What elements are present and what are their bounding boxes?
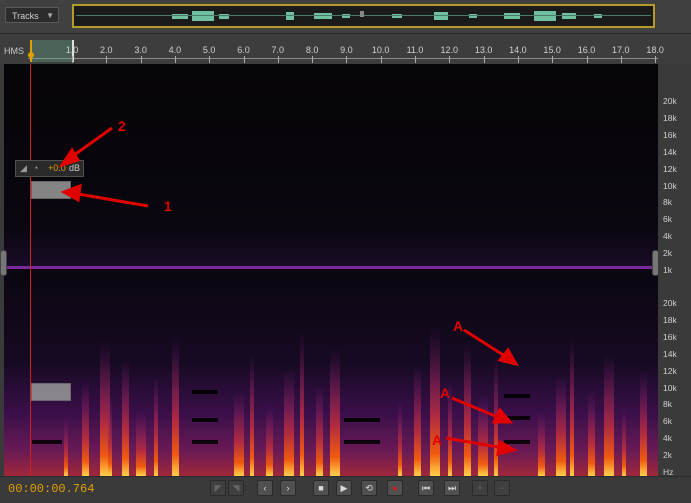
play-button[interactable]: ▶: [336, 480, 352, 496]
timecode-display: 00:00:00.764: [8, 482, 95, 496]
zoom-out-icon[interactable]: −: [494, 480, 510, 496]
nudge-left-button[interactable]: ‹: [257, 480, 273, 496]
annotation-label-a: A: [440, 385, 451, 401]
loop-button[interactable]: ⟲: [361, 480, 377, 496]
annotation-label-1: 1: [164, 198, 172, 214]
annotation-overlay: [58, 126, 520, 457]
annotation-label-a: A: [453, 318, 464, 334]
skip-end-button[interactable]: ⏭: [444, 480, 460, 496]
nudge-right-button[interactable]: ›: [280, 480, 296, 496]
annotation-label-2: 2: [118, 118, 126, 134]
zoom-in-icon[interactable]: +: [472, 480, 488, 496]
record-button[interactable]: ●: [387, 480, 403, 496]
marker-prev-icon[interactable]: ◤: [210, 480, 226, 496]
marker-next-icon[interactable]: ◥: [228, 480, 244, 496]
skip-start-button[interactable]: ⏮: [418, 480, 434, 496]
annotation-label-a: A: [432, 432, 443, 448]
stop-button[interactable]: ■: [313, 480, 329, 496]
